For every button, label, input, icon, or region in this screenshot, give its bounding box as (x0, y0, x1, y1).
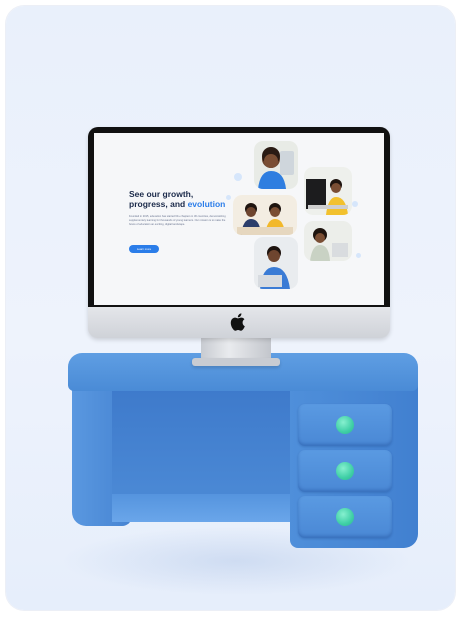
monitor-bezel: See our growth, progress, and evolution … (88, 127, 390, 307)
drawer-knob (336, 462, 354, 480)
product-card: See our growth, progress, and evolution … (6, 6, 455, 610)
hero-body-text: Founded in 2015, eduvation has started 6… (129, 215, 226, 226)
learn-more-button[interactable]: Learn more (129, 245, 159, 253)
photo-child-tablet-image (254, 141, 298, 189)
desk-drawer-top (298, 404, 392, 446)
desk-inner-back (112, 388, 292, 498)
hero-title-line1: See our growth, (129, 189, 194, 199)
decor-bubble (352, 201, 358, 207)
photo-child-laptop (304, 167, 352, 215)
desk-drawer-middle (298, 450, 392, 492)
photo-boy-laptop (254, 237, 298, 289)
drawer-knob (336, 508, 354, 526)
monitor-screen: See our growth, progress, and evolution … (94, 133, 384, 305)
drawer-knob (336, 416, 354, 434)
hero-title-accent: evolution (187, 199, 226, 209)
decor-bubble (226, 195, 231, 200)
decor-bubble (234, 173, 242, 181)
photo-boy-laptop-image (254, 237, 298, 289)
monitor-stand-base (192, 358, 280, 366)
photo-two-kids-studying (233, 195, 297, 235)
photo-child-laptop-image (304, 167, 352, 215)
decor-bubble (356, 253, 361, 258)
hero-title-line2: progress, and (129, 199, 188, 209)
photo-two-kids-image (233, 195, 297, 235)
desk-inner-floor (112, 494, 294, 522)
imac-monitor: See our growth, progress, and evolution … (88, 127, 390, 338)
photo-girl-headphones (304, 221, 352, 261)
apple-logo-icon (230, 313, 245, 331)
desk-drawer-bottom (298, 496, 392, 538)
photo-girl-headphones-image (304, 221, 352, 261)
hero-title: See our growth, progress, and evolution (129, 189, 229, 209)
photo-child-tablet (254, 141, 298, 189)
